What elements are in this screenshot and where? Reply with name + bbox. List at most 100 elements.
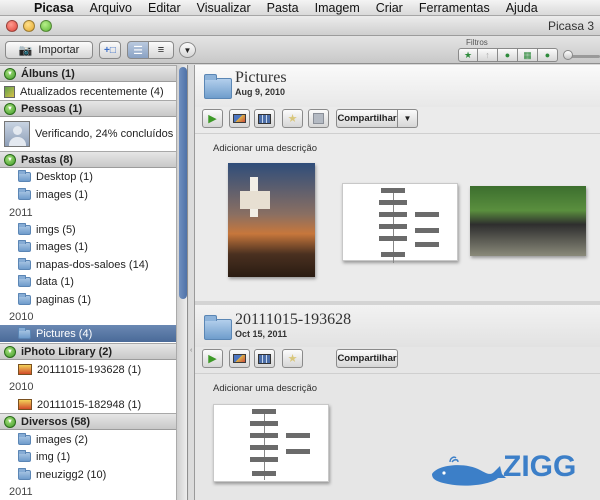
year-header-iphoto-2010: 2010	[9, 381, 34, 393]
collapse-toggle-icon[interactable]: ▼	[4, 67, 16, 80]
folder-item-imgs[interactable]: imgs (5)	[0, 221, 176, 238]
more-options-button[interactable]: ▼	[179, 42, 196, 58]
section-people[interactable]: ▼ Pessoas (1)	[0, 100, 176, 117]
menu-ferramentas[interactable]: Ferramentas	[411, 1, 498, 15]
photo-thumbnail[interactable]	[470, 186, 586, 256]
folder-item-mapas-dos-saloes[interactable]: mapas-dos-saloes (14)	[0, 256, 176, 273]
filters-label: Filtros	[466, 38, 488, 47]
filter-group: ★ ↑ ● ▦ ●	[458, 48, 558, 62]
menu-ajuda[interactable]: Ajuda	[498, 1, 546, 15]
folder-icon	[18, 169, 31, 182]
folder-item-images[interactable]: images (1)	[0, 186, 176, 203]
misc-item-meuzigg2[interactable]: meuzigg2 (10)	[0, 466, 176, 483]
filter-people-button[interactable]: ●	[498, 48, 518, 62]
play-icon: ▶	[208, 113, 217, 125]
diagram-box	[379, 212, 407, 217]
film-icon: ▦	[523, 50, 532, 60]
folder-item-desktop[interactable]: Desktop (1)	[0, 168, 176, 185]
import-label: Importar	[38, 44, 80, 56]
zigg-watermark: ZIGG	[428, 444, 598, 494]
create-collage-button[interactable]	[254, 109, 275, 128]
iphoto-item-20111015-182948[interactable]: 20111015-182948 (1)	[0, 396, 176, 413]
iphoto-album-icon	[18, 364, 32, 375]
chevron-down-icon: ▼	[183, 45, 192, 55]
save-album-button[interactable]	[308, 109, 329, 128]
section-folders[interactable]: ▼ Pastas (8)	[0, 151, 176, 168]
tree-view-button[interactable]: ≡	[148, 41, 174, 59]
album-date[interactable]: Oct 15, 2011	[235, 329, 287, 339]
folder-item-label: images (1)	[36, 240, 88, 253]
section-iphoto-library[interactable]: ▼ iPhoto Library (2)	[0, 343, 176, 360]
section-misc[interactable]: ▼ Diversos (58)	[0, 413, 176, 430]
folder-item-label: data (1)	[36, 275, 74, 288]
import-button[interactable]: 📷 Importar	[5, 41, 93, 59]
album-description-field[interactable]: Adicionar uma descrição	[213, 383, 317, 394]
people-scan-status[interactable]: Verificando, 24% concluídos	[0, 118, 176, 150]
sidebar-scrollbar[interactable]	[176, 65, 187, 500]
toolbar: 📷 Importar +□ ☰ ≡ ▼ Filtros ★ ↑ ● ▦ ●	[0, 36, 600, 64]
diagram-box	[250, 421, 278, 426]
menu-criar[interactable]: Criar	[368, 1, 411, 15]
filter-starred-button[interactable]: ★	[458, 48, 478, 62]
share-label: Compartilhar	[337, 113, 397, 124]
folder-item-paginas[interactable]: paginas (1)	[0, 291, 176, 308]
star-album-button[interactable]: ★	[282, 349, 303, 368]
list-view-icon: ☰	[133, 44, 143, 57]
create-collage-button[interactable]	[254, 349, 275, 368]
flat-view-button[interactable]: ☰	[127, 41, 149, 59]
collapse-toggle-icon[interactable]: ▼	[4, 153, 16, 166]
play-slideshow-button[interactable]: ▶	[202, 109, 223, 128]
menu-pasta[interactable]: Pasta	[259, 1, 307, 15]
collapse-toggle-icon[interactable]: ▼	[4, 345, 16, 358]
menu-arquivo[interactable]: Arquivo	[82, 1, 140, 15]
iphoto-album-icon	[18, 399, 32, 410]
album-description-field[interactable]: Adicionar uma descrição	[213, 143, 317, 154]
iphoto-item-label: 20111015-182948 (1)	[37, 398, 142, 411]
album-date[interactable]: Aug 9, 2010	[235, 87, 285, 97]
diagram-box	[379, 236, 407, 241]
sidebar-scroll-thumb[interactable]	[179, 67, 187, 299]
filter-slider-knob[interactable]	[563, 50, 573, 60]
diagram-box	[379, 224, 407, 229]
zoom-window-button[interactable]	[40, 20, 52, 32]
album-item-recent[interactable]: Atualizados recentemente (4)	[0, 83, 176, 100]
album-header-20111015-193628: 20111015-193628 Oct 15, 2011	[195, 305, 600, 347]
photo-thumbnail[interactable]	[213, 404, 329, 482]
people-status-text: Verificando, 24% concluídos	[35, 128, 174, 140]
filter-uploaded-button[interactable]: ↑	[478, 48, 498, 62]
menu-imagem[interactable]: Imagem	[307, 1, 368, 15]
star-album-button[interactable]: ★	[282, 109, 303, 128]
folder-item-pictures[interactable]: Pictures (4)	[0, 325, 176, 342]
folder-item-images-2011[interactable]: images (1)	[0, 238, 176, 255]
add-to-album-button[interactable]: +□	[99, 41, 121, 59]
play-slideshow-button[interactable]: ▶	[202, 349, 223, 368]
close-window-button[interactable]	[6, 20, 18, 32]
year-header-misc-2011: 2011	[9, 486, 33, 498]
filter-geotag-button[interactable]: ●	[538, 48, 558, 62]
album-title[interactable]: 20111015-193628	[235, 311, 351, 329]
menu-visualizar[interactable]: Visualizar	[189, 1, 259, 15]
misc-item-img[interactable]: img (1)	[0, 448, 176, 465]
photo-thumbnail[interactable]	[342, 183, 458, 263]
minimize-window-button[interactable]	[23, 20, 35, 32]
diagram-box	[250, 433, 278, 438]
edit-images-button[interactable]	[229, 109, 250, 128]
filter-video-button[interactable]: ▦	[518, 48, 538, 62]
album-item-label: Atualizados recentemente (4)	[20, 85, 164, 98]
edit-images-button[interactable]	[229, 349, 250, 368]
menu-app-name[interactable]: Picasa	[30, 1, 82, 15]
collapse-toggle-icon[interactable]: ▼	[4, 415, 16, 428]
share-options-button[interactable]: ▼	[398, 109, 418, 128]
folder-item-data[interactable]: data (1)	[0, 273, 176, 290]
misc-item-images[interactable]: images (2)	[0, 431, 176, 448]
collapse-toggle-icon[interactable]: ▼	[4, 102, 16, 115]
album-title[interactable]: Pictures	[235, 69, 287, 87]
folder-icon	[18, 292, 31, 305]
section-albums[interactable]: ▼ Álbuns (1)	[0, 65, 176, 82]
share-button[interactable]: Compartilhar	[336, 349, 398, 368]
image-icon	[233, 114, 246, 123]
menu-editar[interactable]: Editar	[140, 1, 189, 15]
photo-thumbnail[interactable]	[228, 163, 315, 277]
iphoto-item-20111015-193628[interactable]: 20111015-193628 (1)	[0, 361, 176, 378]
share-button[interactable]: Compartilhar	[336, 109, 398, 128]
